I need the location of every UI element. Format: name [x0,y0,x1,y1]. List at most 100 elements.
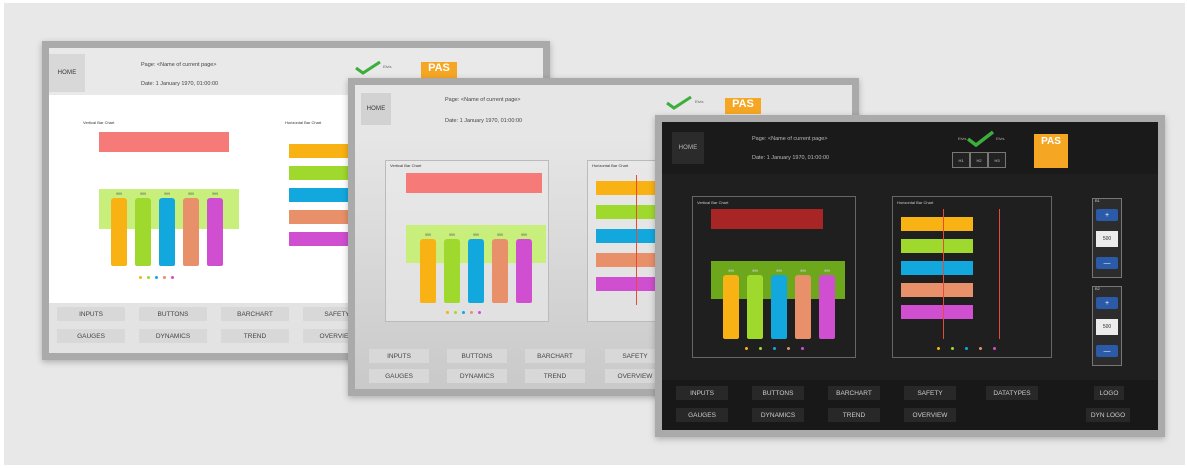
nav-trend[interactable]: TREND [525,369,585,383]
bar-5 [819,275,835,339]
home-button[interactable]: HOME [49,54,85,92]
nav-gauges[interactable]: GAUGES [369,369,429,383]
nav-inputs[interactable]: INPUTS [369,349,429,363]
legend-dot [446,311,449,314]
legend-dot [759,347,762,350]
date-label: Date: 1 January 1970, 01:00:00 [752,155,830,161]
increment-button[interactable]: + [1096,297,1118,309]
header-box-3: H3 [988,152,1006,168]
chart-title: Vertical Bar Chart [83,120,115,125]
limit-line [943,209,944,339]
nav-dynamics[interactable]: DYNAMICS [752,408,804,422]
nav-inputs[interactable]: INPUTS [57,307,125,321]
nav-logo[interactable]: LOGO [1094,386,1124,400]
background-canvas: HOME Page: <Name of current page> Date: … [4,3,1185,465]
increment-button[interactable]: + [1096,209,1118,221]
nav-bar: INPUTS BUTTONS BARCHART SAFETY DATATYPES… [662,380,1158,430]
legend-dot [462,311,465,314]
hbar-3 [901,261,973,275]
screen-3: HOME Page: <Name of current page> Date: … [662,122,1158,430]
nav-trend[interactable]: TREND [828,408,880,422]
chart-title: Horizontal Bar Chart [592,163,629,168]
nav-dynamics[interactable]: DYNAMICS [139,329,207,343]
bar-value-label: 999 [164,192,170,196]
home-button[interactable]: HOME [672,132,704,164]
nav-dyn-logo[interactable]: DYN LOGO [1086,408,1130,422]
decrement-button[interactable]: — [1096,257,1118,269]
nav-barchart[interactable]: BARCHART [525,349,585,363]
nav-datatypes[interactable]: DATATYPES [986,386,1038,400]
alarm-band [406,173,542,193]
legend-dot [937,347,940,350]
screenshot-frame-3: HOME Page: <Name of current page> Date: … [655,115,1165,437]
checkmark-icon [966,130,995,148]
pas-logo: PAS [725,98,761,114]
pas-logo: PAS [1034,134,1068,168]
legend-dot [951,347,954,350]
brand-text: Elvis [383,64,392,69]
horizontal-bar-chart: Horizontal Bar Chart [892,196,1052,358]
page-name-label: Page: <Name of current page> [445,97,521,103]
legend-dot [470,311,473,314]
bar-value-label: 999 [140,192,146,196]
hbar-4 [901,283,973,297]
bar-2 [135,198,151,266]
nav-gauges[interactable]: GAUGES [676,408,728,422]
legend-dot [993,347,996,350]
nav-barchart[interactable]: BARCHART [828,386,880,400]
alarm-band [99,132,229,152]
bar-value-label: 999 [800,269,806,273]
bar-value-label: 999 [497,233,503,237]
bar-2 [444,239,460,303]
chart-title: Horizontal Bar Chart [285,120,322,125]
bar-1 [723,275,739,339]
vertical-bar-chart: Vertical Bar Chart 999 999 999 999 999 [385,160,549,322]
header-box-2: H2 [970,152,988,168]
alarm-band [711,209,823,229]
checkmark-icon [666,95,692,110]
bar-value-label: 999 [116,192,122,196]
bar-4 [183,198,199,266]
header-box-1: H1 [952,152,970,168]
bar-value-label: 999 [425,233,431,237]
legend-dot [163,276,166,279]
legend-dot [979,347,982,350]
nav-gauges[interactable]: GAUGES [57,329,125,343]
nav-dynamics[interactable]: DYNAMICS [447,369,507,383]
bar-1 [111,198,127,266]
chart-title: Vertical Bar Chart [697,200,729,205]
legend-dot [773,347,776,350]
bar-value-label: 999 [776,269,782,273]
bar-3 [771,275,787,339]
side-control-2: B2 + 500 — [1092,286,1122,366]
decrement-button[interactable]: — [1096,345,1118,357]
bar-2 [747,275,763,339]
value-field[interactable]: 500 [1096,319,1118,335]
bar-3 [468,239,484,303]
nav-buttons[interactable]: BUTTONS [139,307,207,321]
nav-overview[interactable]: OVERVIEW [904,408,956,422]
vertical-bar-chart: Vertical Bar Chart 999 999 999 999 999 [79,118,249,286]
legend-dot [147,276,150,279]
nav-safety[interactable]: SAFETY [904,386,956,400]
bar-value-label: 999 [752,269,758,273]
home-button[interactable]: HOME [361,93,391,125]
legend-dot [454,311,457,314]
side-control-label: B1 [1095,198,1100,203]
legend-dot [745,347,748,350]
date-label: Date: 1 January 1970, 01:00:00 [445,118,523,124]
nav-buttons[interactable]: BUTTONS [752,386,804,400]
brand-text: Elvis [695,99,704,104]
legend-dot [171,276,174,279]
nav-buttons[interactable]: BUTTONS [447,349,507,363]
bar-3 [159,198,175,266]
nav-trend[interactable]: TREND [221,329,289,343]
header-bar: HOME Page: <Name of current page> Date: … [662,122,1158,174]
checkmark-icon [355,60,381,75]
value-field[interactable]: 500 [1096,231,1118,247]
page-name-label: Page: <Name of current page> [141,62,217,68]
bar-value-label: 999 [728,269,734,273]
nav-inputs[interactable]: INPUTS [676,386,728,400]
vertical-bar-chart: Vertical Bar Chart 999 999 999 999 999 [692,196,856,358]
nav-barchart[interactable]: BARCHART [221,307,289,321]
